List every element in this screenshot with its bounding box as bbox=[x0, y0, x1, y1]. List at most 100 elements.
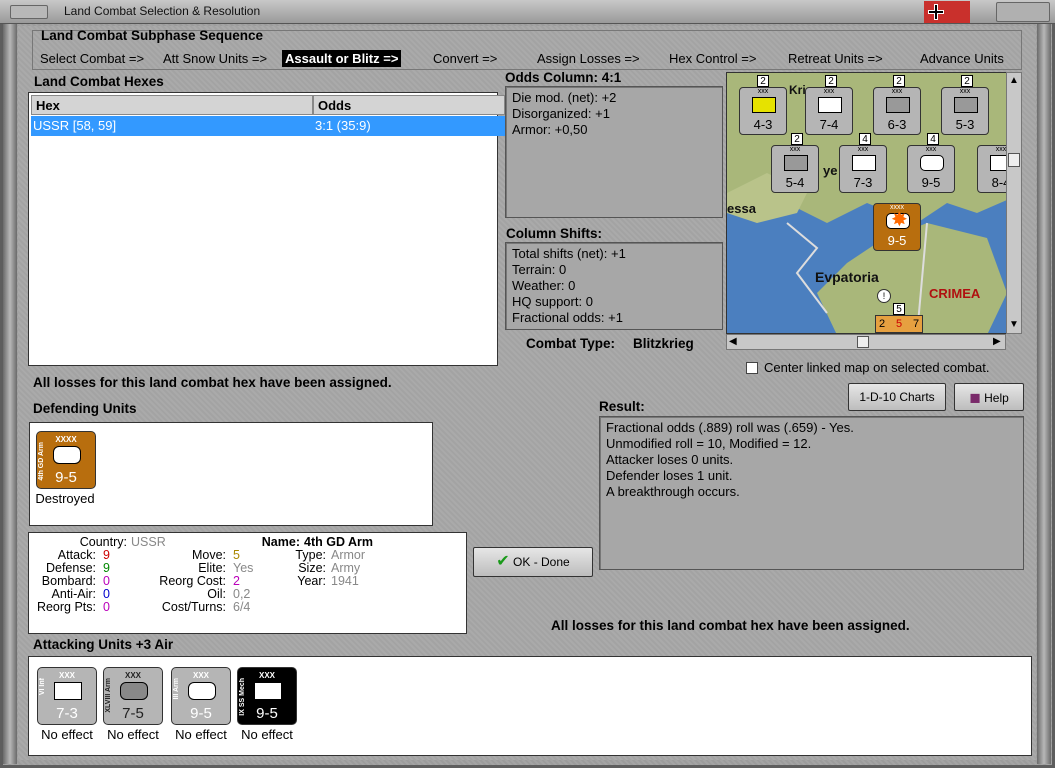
window-close-button[interactable] bbox=[996, 2, 1050, 22]
year-label: Year: bbox=[297, 574, 326, 588]
german-flag-icon bbox=[924, 1, 970, 23]
hexes-title: Land Combat Hexes bbox=[34, 74, 164, 89]
map-place-ye: ye bbox=[823, 163, 838, 178]
column-header-hex[interactable]: Hex bbox=[31, 95, 313, 115]
stack-badge: 2 bbox=[757, 75, 769, 87]
result-line: Unmodified roll = 10, Modified = 12. bbox=[606, 436, 812, 451]
map-vertical-scrollbar[interactable]: ▲ ▼ bbox=[1006, 72, 1022, 334]
defending-unit-status: Destroyed bbox=[35, 491, 95, 506]
odds-die-mod: Die mod. (net): +2 bbox=[512, 90, 617, 105]
armor-icon bbox=[188, 682, 216, 700]
map-place-evpatoria: Evpatoria bbox=[815, 269, 879, 285]
window-menu-grip[interactable] bbox=[10, 5, 48, 19]
stack-badge: 4 bbox=[927, 133, 939, 145]
scroll-thumb[interactable] bbox=[857, 336, 869, 348]
odds-disorganized: Disorganized: +1 bbox=[512, 106, 610, 121]
map-place-kri: Kri bbox=[789, 83, 806, 97]
reorgpts-label: Reorg Pts: bbox=[36, 600, 96, 614]
center-map-label: Center linked map on selected combat. bbox=[764, 360, 990, 375]
defending-units-panel: XXXX 4th GD Arm 9-5 Destroyed bbox=[29, 422, 433, 526]
map-counter[interactable]: xxx 5-4 bbox=[771, 145, 819, 193]
attacking-unit-counter[interactable]: XXX III Arm 9-5 bbox=[171, 667, 231, 725]
step-advance-units: Advance Units bbox=[920, 51, 1004, 66]
table-row-selected[interactable]: USSR [58, 59] 3:1 (35:9) bbox=[31, 116, 505, 136]
mech-icon bbox=[254, 682, 282, 700]
checkmark-icon: ✔ bbox=[496, 553, 510, 570]
cell-hex: USSR [58, 59] bbox=[33, 118, 117, 133]
unit-info-panel: Country: USSR Attack: 9 Defense: 9 Bomba… bbox=[28, 532, 467, 634]
attacking-unit-counter[interactable]: XXX XLVIII Arm 7-5 bbox=[103, 667, 163, 725]
map-counter[interactable]: xxx 7-4 bbox=[805, 87, 853, 135]
armor-icon bbox=[120, 682, 148, 700]
help-book-icon: ◼ bbox=[969, 389, 981, 405]
charts-button[interactable]: 1-D-10 Charts bbox=[848, 383, 946, 411]
help-button[interactable]: ◼ Help bbox=[954, 383, 1024, 411]
map-horizontal-scrollbar[interactable]: ◀ ▶ bbox=[726, 334, 1006, 350]
stack-badge: 5 bbox=[893, 303, 905, 315]
scroll-right-icon[interactable]: ▶ bbox=[993, 336, 1001, 347]
attacking-unit-status: No effect bbox=[107, 727, 159, 742]
step-assign-losses: Assign Losses => bbox=[537, 51, 640, 66]
odds-panel: Die mod. (net): +2 Disorganized: +1 Armo… bbox=[505, 86, 723, 218]
linked-map[interactable]: Evpatoria CRIMEA essa Kri ye xxx 4-3 xxx 7… bbox=[726, 72, 1022, 334]
map-counter[interactable]: xxx 5-3 bbox=[941, 87, 989, 135]
year-value: 1941 bbox=[331, 574, 359, 588]
right-frame-bar bbox=[1037, 24, 1051, 764]
ok-done-button[interactable]: ✔ OK - Done bbox=[473, 547, 593, 577]
defending-title: Defending Units bbox=[33, 401, 137, 416]
combat-type-label: Combat Type: bbox=[526, 336, 616, 351]
scroll-down-icon[interactable]: ▼ bbox=[1009, 319, 1019, 330]
shift-weather: Weather: 0 bbox=[512, 278, 576, 293]
stack-badge: 2 bbox=[791, 133, 803, 145]
center-map-checkbox[interactable] bbox=[746, 362, 758, 374]
stack-badge: 4 bbox=[859, 133, 871, 145]
shift-fractional-odds: Fractional odds: +1 bbox=[512, 310, 623, 325]
result-line: Defender loses 1 unit. bbox=[606, 468, 733, 483]
map-counter[interactable]: xxx 4-3 bbox=[739, 87, 787, 135]
map-counter[interactable]: xxx 6-3 bbox=[873, 87, 921, 135]
shift-total: Total shifts (net): +1 bbox=[512, 246, 626, 261]
map-counter[interactable]: xxx 9-5 bbox=[907, 145, 955, 193]
step-assault-or-blitz-active: Assault or Blitz => bbox=[282, 50, 402, 67]
attacking-unit-counter[interactable]: XXX VI Inf 7-3 bbox=[37, 667, 97, 725]
column-header-odds[interactable]: Odds bbox=[313, 95, 505, 115]
defending-unit-counter[interactable]: XXXX 4th GD Arm 9-5 bbox=[36, 431, 96, 489]
scroll-left-icon[interactable]: ◀ bbox=[729, 336, 737, 347]
step-convert: Convert => bbox=[433, 51, 498, 66]
cell-odds: 3:1 (35:9) bbox=[315, 118, 371, 133]
losses-assigned-message: All losses for this land combat hex have… bbox=[33, 375, 392, 390]
attacking-title: Attacking Units +3 Air bbox=[33, 637, 174, 652]
map-place-odessa: essa bbox=[727, 201, 756, 216]
infantry-icon bbox=[886, 97, 910, 113]
infantry-icon bbox=[784, 155, 808, 171]
shift-hq-support: HQ support: 0 bbox=[512, 294, 593, 309]
shifts-panel: Total shifts (net): +1 Terrain: 0 Weathe… bbox=[505, 242, 723, 330]
armor-icon bbox=[53, 446, 81, 464]
infantry-icon bbox=[752, 97, 776, 113]
result-title: Result: bbox=[599, 399, 645, 414]
reorgpts-value: 0 bbox=[103, 600, 110, 614]
title-bar[interactable]: Land Combat Selection & Resolution bbox=[0, 0, 1055, 24]
window-title: Land Combat Selection & Resolution bbox=[64, 4, 261, 18]
result-line: A breakthrough occurs. bbox=[606, 484, 740, 499]
attacking-unit-status: No effect bbox=[175, 727, 227, 742]
stack-badge: 2 bbox=[825, 75, 837, 87]
combat-type-value: Blitzkrieg bbox=[633, 336, 694, 351]
infantry-icon bbox=[54, 682, 82, 700]
odds-title: Odds Column: 4:1 bbox=[505, 70, 622, 85]
map-counter-bottom[interactable]: 2 5 7 bbox=[875, 315, 923, 333]
city-marker-icon: ! bbox=[877, 289, 891, 303]
stack-badge: 2 bbox=[961, 75, 973, 87]
left-frame-bar bbox=[3, 24, 17, 764]
scroll-thumb[interactable] bbox=[1008, 153, 1020, 167]
country-value: USSR bbox=[131, 535, 166, 549]
result-panel: Fractional odds (.889) roll was (.659) -… bbox=[599, 416, 1024, 570]
infantry-icon bbox=[852, 155, 876, 171]
scroll-up-icon[interactable]: ▲ bbox=[1009, 75, 1019, 86]
map-counter[interactable]: xxx 7-3 bbox=[839, 145, 887, 193]
infantry-icon bbox=[954, 97, 978, 113]
map-place-crimea: CRIMEA bbox=[929, 286, 981, 301]
result-line: Attacker loses 0 units. bbox=[606, 452, 734, 467]
attacking-unit-counter[interactable]: XXX IX SS Mech 9-5 bbox=[237, 667, 297, 725]
costturns-value: 6/4 bbox=[233, 600, 251, 614]
